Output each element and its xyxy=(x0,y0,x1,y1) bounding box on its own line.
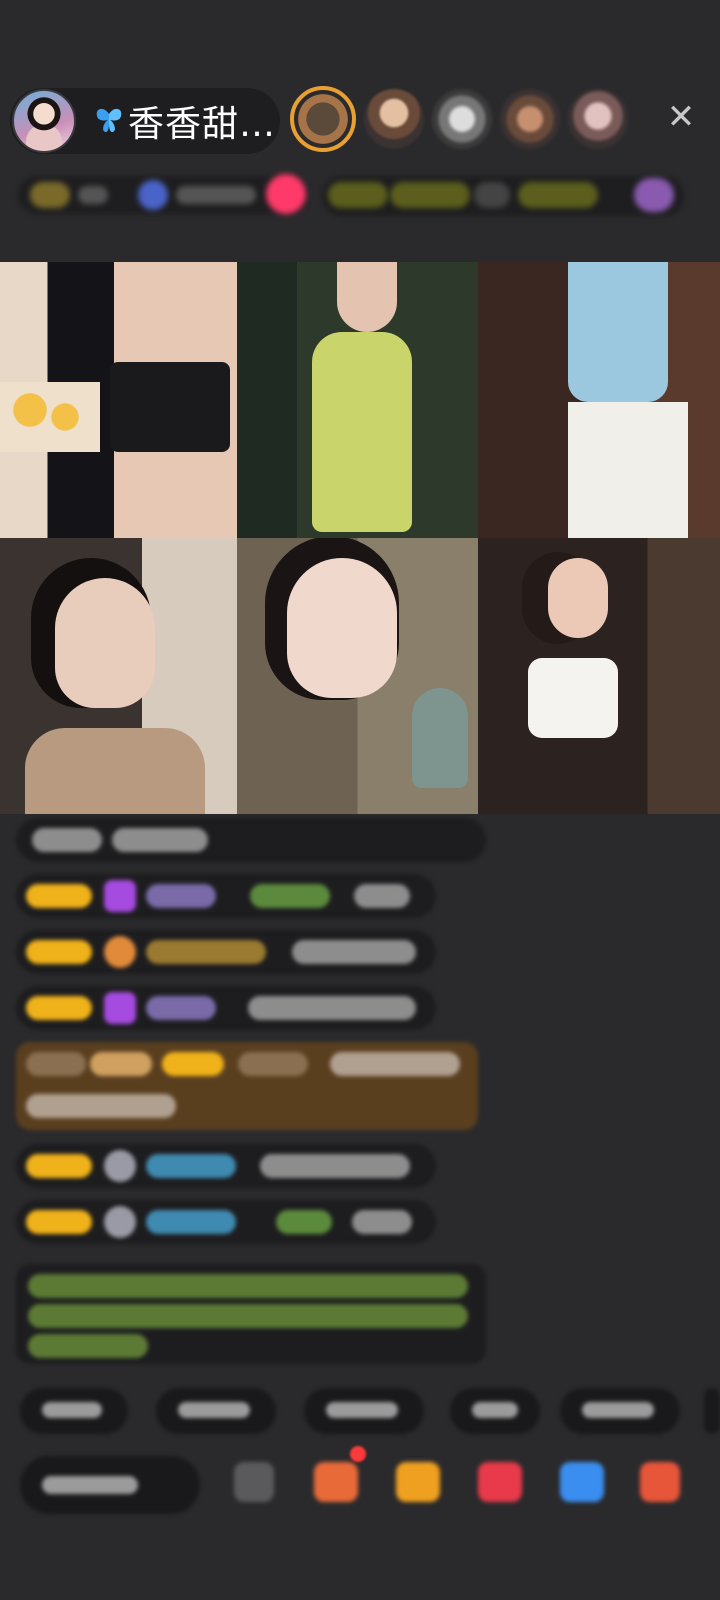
video-tile[interactable] xyxy=(237,262,478,538)
quick-button[interactable] xyxy=(20,1388,128,1434)
chat-message xyxy=(16,1200,436,1244)
bottom-toolbar xyxy=(20,1456,720,1516)
chat-message xyxy=(16,1144,436,1188)
notification-dot xyxy=(350,1446,366,1462)
quick-button[interactable] xyxy=(560,1388,680,1434)
chat-message xyxy=(16,930,436,974)
gift-box-icon[interactable] xyxy=(314,1462,358,1502)
viewer-avatar[interactable] xyxy=(290,86,356,152)
top-viewers xyxy=(290,86,636,152)
chat-message xyxy=(16,986,436,1030)
viewer-avatar[interactable] xyxy=(364,89,424,149)
quick-button[interactable] xyxy=(156,1388,276,1434)
gift-icon[interactable] xyxy=(396,1462,440,1502)
video-tile[interactable] xyxy=(478,262,720,538)
red-packet-icon[interactable] xyxy=(478,1462,522,1502)
butterfly-icon xyxy=(96,108,122,132)
video-tile[interactable] xyxy=(0,538,237,814)
video-tile[interactable] xyxy=(0,262,237,538)
video-tile[interactable] xyxy=(478,538,720,814)
viewer-avatar[interactable] xyxy=(432,89,492,149)
emoji-icon[interactable] xyxy=(234,1462,274,1502)
game-icon[interactable] xyxy=(560,1462,604,1502)
host-name: 香香甜… xyxy=(128,104,277,145)
system-notice xyxy=(16,1264,486,1364)
quick-button[interactable] xyxy=(704,1388,720,1434)
close-icon[interactable]: ✕ xyxy=(664,100,698,134)
chat-message xyxy=(16,818,486,862)
more-apps-icon[interactable] xyxy=(640,1462,680,1502)
quick-action-row xyxy=(20,1388,720,1434)
comment-input[interactable] xyxy=(20,1456,200,1514)
chat-message xyxy=(16,874,436,918)
multi-guest-video-grid xyxy=(0,262,720,814)
viewer-avatar[interactable] xyxy=(568,89,628,149)
stream-status-bar xyxy=(18,170,702,218)
viewer-avatar[interactable] xyxy=(500,89,560,149)
quick-button[interactable] xyxy=(304,1388,424,1434)
host-avatar[interactable] xyxy=(12,89,76,153)
gift-message xyxy=(16,1042,478,1130)
quick-button[interactable] xyxy=(450,1388,540,1434)
video-tile[interactable] xyxy=(237,538,478,814)
host-info-pill[interactable]: 香香甜… xyxy=(10,88,280,154)
